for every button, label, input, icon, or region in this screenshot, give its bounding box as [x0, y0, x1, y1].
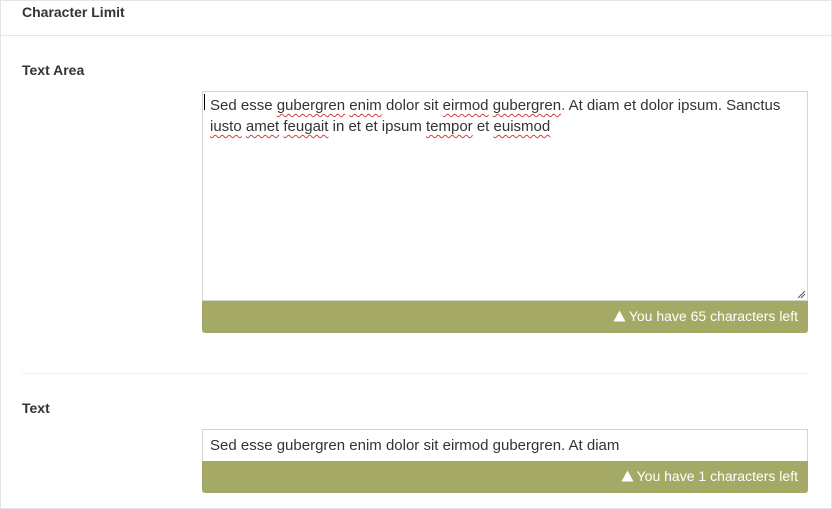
misspelled-word: gubergren — [492, 97, 562, 114]
textarea-counter-text: You have 65 characters left — [628, 308, 798, 324]
misspelled-word: enim — [349, 97, 382, 114]
misspelled-word: gubergren — [276, 97, 346, 114]
textarea-counter-bar: You have 65 characters left — [202, 301, 808, 333]
text-segment: in et et ipsum — [328, 118, 426, 135]
text-caret — [204, 94, 205, 110]
text-segment: dolor sit — [381, 97, 443, 114]
section-header: Character Limit — [1, 1, 831, 36]
text-input[interactable] — [202, 429, 808, 461]
text-counter-text: You have 1 characters left — [636, 468, 798, 484]
text-segment: . At diam et dolor ipsum. Sanctus — [561, 97, 781, 114]
textarea-input[interactable]: Sed esse gubergren enim dolor sit eirmod… — [202, 91, 808, 301]
misspelled-word: iusto — [210, 118, 242, 135]
text-counter-bar: You have 1 characters left — [202, 461, 808, 493]
warning-triangle-icon — [613, 310, 626, 322]
misspelled-word: tempor — [425, 118, 473, 135]
warning-triangle-icon — [621, 470, 634, 482]
text-segment: Sed esse — [210, 97, 277, 114]
misspelled-word: euismod — [493, 118, 551, 135]
text-label: Text — [22, 400, 50, 416]
section-title: Character Limit — [22, 4, 125, 20]
resize-handle-icon[interactable] — [797, 290, 806, 299]
misspelled-word: eirmod — [442, 97, 489, 114]
misspelled-word: feugait — [283, 118, 329, 135]
text-segment: et — [472, 118, 494, 135]
character-limit-panel: Character Limit Text Area Sed esse guber… — [0, 0, 832, 509]
field-divider — [22, 373, 808, 374]
textarea-value[interactable]: Sed esse gubergren enim dolor sit eirmod… — [210, 95, 790, 137]
misspelled-word: amet — [245, 118, 280, 135]
textarea-label: Text Area — [22, 62, 85, 78]
